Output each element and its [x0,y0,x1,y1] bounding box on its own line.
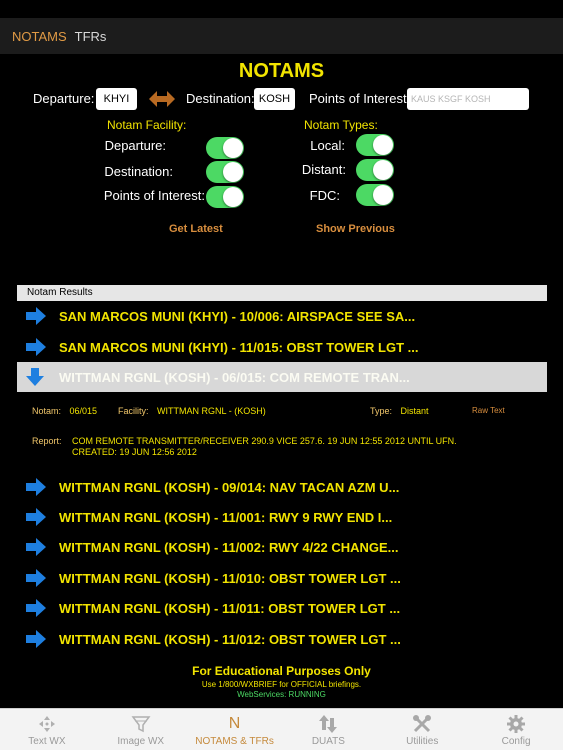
result-text: WITTMAN RGNL (KOSH) - 11/010: OBST TOWER… [59,570,401,586]
disclaimer-text: Use 1/800/WXBRIEF for OFFICIAL briefings… [201,680,362,689]
tab-label: Image WX [117,736,165,747]
swap-arrows-icon[interactable] [149,90,175,108]
report-line-1: COM REMOTE TRANSMITTER/RECEIVER 290.9 VI… [72,436,457,446]
tab-label: DUATS [311,736,345,747]
funnel-icon [129,713,153,735]
tab-label: Utilities [406,736,439,747]
tab-label: Text WX [28,736,66,747]
type-local-toggle[interactable] [356,134,394,156]
result-text: WITTMAN RGNL (KOSH) - 11/002: RWY 4/22 C… [59,539,399,555]
arrow-right-icon [26,538,46,556]
toggle-knob [223,187,243,207]
type-local-label: Local: [310,138,345,153]
type-fdc-label: FDC: [309,188,340,203]
type-fdc-toggle[interactable] [356,184,394,206]
facility-destination-label: Destination: [104,164,173,179]
departure-label: Departure: [33,91,95,106]
result-text: WITTMAN RGNL (KOSH) - 11/012: OBST TOWER… [59,631,401,647]
top-segment-bar: NOTAMS TFRs [0,18,563,54]
arrow-right-icon [26,478,46,496]
facility-poi-label: Points of Interest: [103,188,205,203]
detail-type-label: Type: [370,406,393,416]
toggle-knob [223,138,243,158]
result-row-selected[interactable]: WITTMAN RGNL (KOSH) - 06/015: COM REMOTE… [17,362,547,392]
arrow-right-icon [26,508,46,526]
toggle-knob [373,135,393,155]
result-text: SAN MARCOS MUNI (KHYI) - 10/006: AIRSPAC… [59,308,416,324]
show-previous-button[interactable]: Show Previous [316,223,395,235]
facility-destination-toggle[interactable] [206,161,244,183]
tab-duats[interactable]: DUATS [281,709,375,750]
page-title: NOTAMS [238,60,325,82]
tab-image-wx[interactable]: Image WX [94,709,188,750]
tab-notams[interactable]: NOTAMS [12,29,67,44]
tab-label: Config [501,736,531,747]
arrow-right-icon [26,599,46,617]
facility-departure-label: Departure: [104,138,166,153]
report-line-2: CREATED: 19 JUN 12:56 2012 [72,447,197,457]
raw-text-button[interactable]: Raw Text [472,406,505,415]
detail-facility-label: Facility: [118,406,149,416]
result-row[interactable]: WITTMAN RGNL (KOSH) - 11/011: OBST TOWER… [17,593,547,623]
toggle-knob [373,185,393,205]
result-row[interactable]: WITTMAN RGNL (KOSH) - 11/002: RWY 4/22 C… [17,532,547,562]
arrow-right-icon [26,630,46,648]
results-header: Notam Results [17,285,547,301]
detail-facility: Facility: WITTMAN RGNL - (KOSH) [118,406,266,416]
destination-label: Destination: [186,91,255,106]
tab-notams-tfrs[interactable]: N NOTAMS & TFRs [188,709,282,750]
detail-facility-value: WITTMAN RGNL - (KOSH) [157,406,266,416]
get-latest-button[interactable]: Get Latest [169,223,223,235]
toggle-knob [373,160,393,180]
facility-poi-toggle[interactable] [206,186,244,208]
detail-type: Type: Distant [370,406,429,416]
crosshair-icon [35,713,59,735]
result-row[interactable]: WITTMAN RGNL (KOSH) - 11/012: OBST TOWER… [17,624,547,654]
poi-input[interactable]: KAUS KSGF KOSH [407,88,529,110]
types-heading: Notam Types: [304,118,378,132]
facility-heading: Notam Facility: [107,118,187,132]
detail-notam-label: Notam: [32,406,62,416]
detail-type-value: Distant [400,406,429,416]
tab-tfrs[interactable]: TFRs [75,29,107,44]
detail-report-label: Report: [32,436,62,446]
type-distant-toggle[interactable] [356,159,394,181]
result-row[interactable]: WITTMAN RGNL (KOSH) - 11/010: OBST TOWER… [17,563,547,593]
route-row: Departure: KHYI Destination: KOSH Points… [0,88,563,110]
result-row[interactable]: WITTMAN RGNL (KOSH) - 09/014: NAV TACAN … [17,472,547,502]
arrow-down-icon [26,368,44,386]
tab-utilities[interactable]: Utilities [375,709,469,750]
tab-config[interactable]: Config [469,709,563,750]
detail-notam-value: 06/015 [69,406,98,416]
poi-label: Points of Interest: [309,91,411,106]
result-row[interactable]: SAN MARCOS MUNI (KHYI) - 10/006: AIRSPAC… [17,301,547,331]
arrow-right-icon [26,338,46,356]
result-row[interactable]: SAN MARCOS MUNI (KHYI) - 11/015: OBST TO… [17,332,547,362]
tools-icon [410,713,434,735]
departure-field[interactable]: KHYI [96,88,137,110]
toggle-knob [223,162,243,182]
result-text: WITTMAN RGNL (KOSH) - 11/011: OBST TOWER… [59,600,401,616]
result-text: SAN MARCOS MUNI (KHYI) - 11/015: OBST TO… [59,339,419,355]
type-distant-label: Distant: [301,162,346,177]
transfer-arrows-icon [316,713,340,735]
webservices-status: WebServices: RUNNING [237,690,326,699]
result-text: WITTMAN RGNL (KOSH) - 06/015: COM REMOTE… [59,369,410,385]
n-letter-icon: N [228,715,241,732]
bottom-tab-bar: Text WX Image WX N NOTAMS & TFRs DUATS U… [0,708,563,750]
arrow-right-icon [26,307,46,325]
tab-text-wx[interactable]: Text WX [0,709,94,750]
detail-report-text: COM REMOTE TRANSMITTER/RECEIVER 290.9 VI… [72,436,542,458]
result-text: WITTMAN RGNL (KOSH) - 11/001: RWY 9 RWY … [59,509,393,525]
arrow-right-icon [26,569,46,587]
disclaimer-title: For Educational Purposes Only [192,664,371,678]
result-row[interactable]: WITTMAN RGNL (KOSH) - 11/001: RWY 9 RWY … [17,502,547,532]
result-text: WITTMAN RGNL (KOSH) - 09/014: NAV TACAN … [59,479,400,495]
facility-departure-toggle[interactable] [206,137,244,159]
gear-icon [504,713,528,735]
detail-notam: Notam: 06/015 [32,406,97,416]
tab-label: NOTAMS & TFRs [195,736,274,747]
destination-field[interactable]: KOSH [254,88,295,110]
